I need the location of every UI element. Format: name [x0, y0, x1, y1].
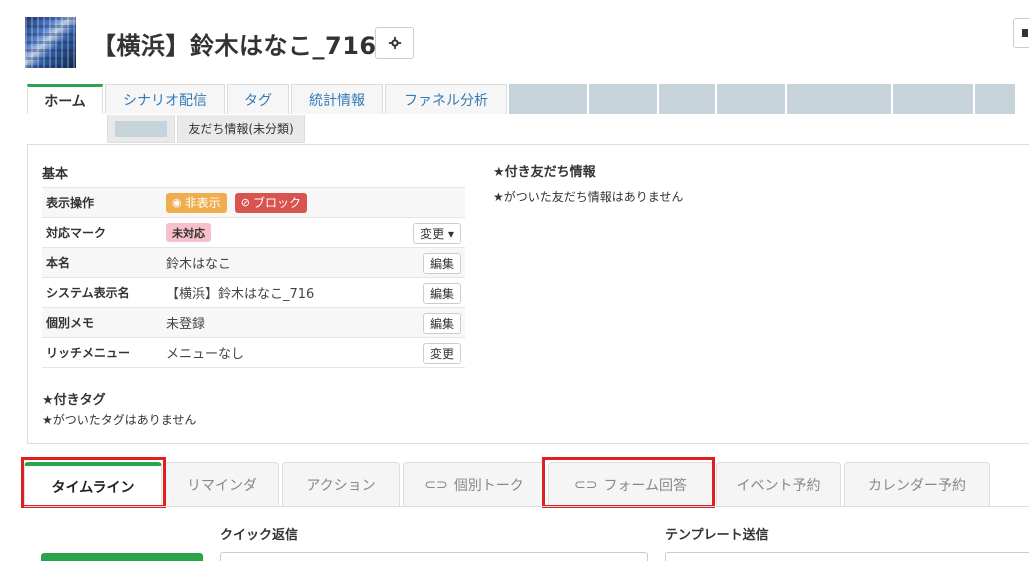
- settings-button[interactable]: [375, 27, 414, 59]
- tab-event-booking[interactable]: イベント予約: [716, 462, 841, 507]
- tab-label: 個別トーク: [453, 478, 524, 494]
- timeline-tabs: タイムライン リマインダ アクション ⊂⊃ 個別トーク ⊂⊃ フォーム回答 イベント…: [24, 462, 993, 507]
- tab-stats[interactable]: 統計情報: [291, 84, 383, 114]
- row-value: 未登録: [166, 317, 206, 332]
- starred-tags-empty: ★がついたタグはありません: [42, 413, 197, 427]
- tab-scenario[interactable]: シナリオ配信: [105, 84, 225, 114]
- row-label: リッチメニュー: [46, 346, 131, 360]
- row-system-name: システム表示名 【横浜】鈴木はなこ_716 編集: [42, 278, 465, 308]
- row-label: 個別メモ: [46, 316, 95, 330]
- tab-individual-talk[interactable]: ⊂⊃ 個別トーク: [403, 462, 545, 507]
- row-memo: 個別メモ 未登録 編集: [42, 308, 465, 338]
- edit-real-name-button[interactable]: 編集: [422, 253, 461, 274]
- basic-title: 基本: [42, 167, 69, 182]
- tab-action[interactable]: アクション: [282, 462, 400, 507]
- eye-slash-icon: ◉: [172, 196, 182, 209]
- row-label: システム表示名: [46, 286, 130, 300]
- change-rich-menu-button[interactable]: 変更: [422, 343, 461, 364]
- tab-hidden-1[interactable]: [509, 84, 587, 114]
- subtab-friend-info[interactable]: 友だち情報(未分類): [177, 115, 305, 143]
- row-value: ◉ 非表示 ⊘ ブロック: [166, 192, 311, 213]
- quick-reply-title: クイック返信: [220, 528, 299, 543]
- row-status-mark: 対応マーク 未対応 変更 ▾: [42, 218, 465, 248]
- row-value: 【横浜】鈴木はなこ_716: [166, 287, 315, 302]
- row-label: 表示操作: [46, 196, 95, 210]
- template-send-title: テンプレート送信: [665, 528, 769, 543]
- hide-label: 非表示: [184, 196, 221, 210]
- page-title: 【横浜】鈴木はなこ_716: [92, 32, 377, 60]
- row-real-name: 本名 鈴木はなこ 編集: [42, 248, 465, 278]
- starred-tags-title: ★付きタグ: [42, 393, 106, 408]
- row-value: メニューなし: [166, 347, 245, 362]
- tab-tag[interactable]: タグ: [227, 84, 289, 114]
- tab-hidden-4[interactable]: [717, 84, 785, 114]
- block-label: ブロック: [252, 196, 301, 210]
- top-tabs: ホーム シナリオ配信 タグ 統計情報 ファネル分析: [27, 84, 1017, 114]
- starred-friend-info-empty: ★がついた友だち情報はありません: [493, 190, 684, 204]
- row-rich-menu: リッチメニュー メニューなし 変更: [42, 338, 465, 368]
- highlight-box-timeline: [21, 457, 166, 508]
- template-select[interactable]: [665, 552, 1029, 561]
- tab-hidden-7[interactable]: [975, 84, 1015, 114]
- subtab-hidden[interactable]: [107, 115, 175, 143]
- row-display-ops: 表示操作 ◉ 非表示 ⊘ ブロック: [42, 188, 465, 218]
- tab-reminder[interactable]: リマインダ: [165, 462, 279, 507]
- change-mark-button[interactable]: 変更 ▾: [413, 223, 461, 244]
- redacted-label: [115, 120, 167, 137]
- tab-home[interactable]: ホーム: [27, 84, 103, 114]
- ban-icon: ⊘: [240, 196, 250, 209]
- hide-button[interactable]: ◉ 非表示: [166, 192, 227, 213]
- tab-content-border: [24, 506, 1029, 507]
- status-badge: 未対応: [166, 223, 211, 242]
- quick-reply-input[interactable]: [220, 552, 648, 561]
- row-label: 対応マーク: [46, 226, 107, 240]
- tab-calendar-booking[interactable]: カレンダー予約: [844, 462, 990, 507]
- tab-funnel[interactable]: ファネル分析: [385, 84, 507, 114]
- basic-info-table: 表示操作 ◉ 非表示 ⊘ ブロック 対応マーク 未対応 変更 ▾ 本名 鈴木はなこ …: [42, 187, 465, 368]
- sub-tabs: 友だち情報(未分類): [107, 115, 307, 143]
- row-label: 本名: [46, 256, 71, 270]
- tab-hidden-2[interactable]: [589, 84, 657, 114]
- block-button[interactable]: ⊘ ブロック: [234, 192, 307, 213]
- home-panel: 基本 表示操作 ◉ 非表示 ⊘ ブロック 対応マーク 未対応 変更 ▾ 本名 鈴木は…: [27, 144, 1029, 444]
- row-value: 未対応: [166, 223, 215, 242]
- starred-friend-info-title: ★付き友だち情報: [493, 165, 596, 180]
- tab-hidden-6[interactable]: [893, 84, 973, 114]
- tab-hidden-3[interactable]: [659, 84, 715, 114]
- corner-button[interactable]: [1013, 18, 1029, 48]
- highlight-box-form-response: [542, 457, 715, 508]
- row-value: 鈴木はなこ: [166, 257, 232, 272]
- file-icon: [1022, 29, 1028, 37]
- edit-memo-button[interactable]: 編集: [422, 313, 461, 334]
- tab-hidden-5[interactable]: [787, 84, 891, 114]
- edit-system-name-button[interactable]: 編集: [422, 283, 461, 304]
- avatar: [25, 17, 76, 68]
- link-icon: ⊂⊃: [424, 477, 448, 493]
- send-button[interactable]: [41, 553, 203, 561]
- gear-icon: [388, 36, 401, 50]
